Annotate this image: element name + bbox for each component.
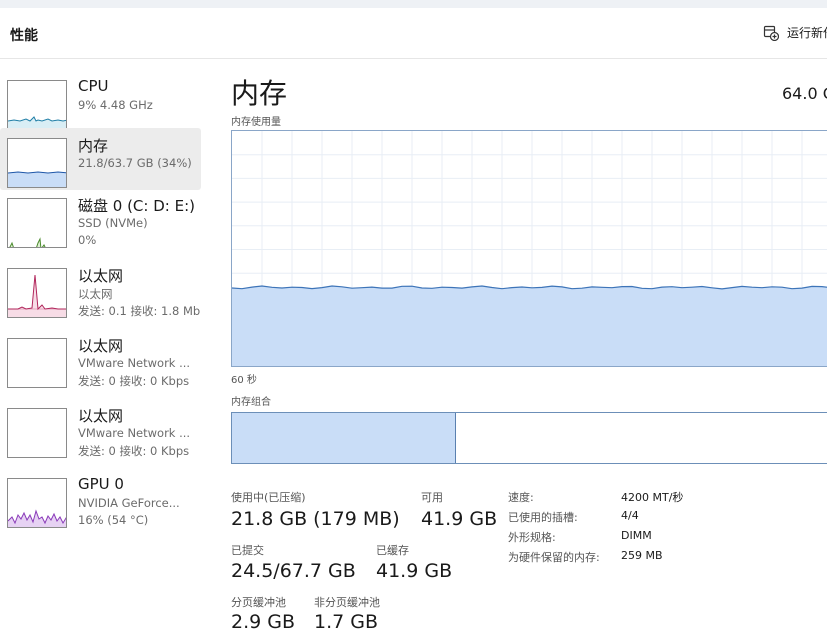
memory-composition-bar [231,412,827,464]
ethernet-graph-icon [7,408,67,458]
nonpaged-pool-label: 非分页缓冲池 [314,596,380,609]
ethernet-graph-icon [7,338,67,388]
memory-usage-area [232,286,827,366]
sidebar-item-detail-2: 发送: 0.1 接收: 1.8 Mb [78,304,201,318]
sidebar-item-name: CPU [78,77,109,95]
sidebar-item-gpu[interactable]: GPU 0 NVIDIA GeForce... 16% (54 °C) [0,468,201,530]
sidebar-item-cpu[interactable]: CPU 9% 4.48 GHz [0,70,201,132]
speed-value: 4200 MT/秒 [621,491,684,504]
sidebar-item-detail: 21.8/63.7 GB (34%) [78,156,192,170]
paged-pool-value: 2.9 GB [231,611,296,633]
cached-label: 已缓存 [376,544,409,557]
cached-value: 41.9 GB [376,560,453,582]
gpu-graph-icon [7,478,67,528]
run-new-task-button[interactable]: 运行新任务 [763,24,827,41]
sidebar-item-name: 内存 [78,137,109,155]
sidebar-item-detail-2: 发送: 0 接收: 0 Kbps [78,444,190,458]
sidebar-item-name: 以太网 [78,407,124,425]
time-axis-label: 60 秒 [231,375,257,386]
sidebar-item-name: 以太网 [78,267,124,285]
sidebar-item-name: 以太网 [78,337,124,355]
run-new-task-label: 运行新任务 [787,26,827,40]
ethernet-graph-icon [7,268,67,318]
new-task-icon [763,25,779,41]
committed-label: 已提交 [231,544,264,557]
available-label: 可用 [421,491,443,504]
memory-total: 64.0 GB [782,84,827,103]
nonpaged-pool-value: 1.7 GB [314,611,379,633]
in-use-value: 21.8 GB (179 MB) [231,508,400,530]
page-header: 性能 运行新任务 [0,8,827,59]
sidebar-item-memory[interactable]: 内存 21.8/63.7 GB (34%) [0,128,201,190]
page-title: 性能 [10,28,38,44]
hardware-reserved-value: 259 MB [621,549,663,562]
slots-used-value: 4/4 [621,509,639,522]
sidebar-item-ethernet-1[interactable]: 以太网 以太网 发送: 0.1 接收: 1.8 Mb [0,258,201,320]
available-value: 41.9 GB [421,508,498,530]
form-factor-value: DIMM [621,529,652,542]
main-title: 内存 [231,77,288,110]
composition-label: 内存组合 [231,397,271,408]
sidebar-item-detail: NVIDIA GeForce... [78,496,180,510]
slots-used-label: 已使用的插槽: [508,511,578,524]
disk-graph-icon [7,198,67,248]
speed-label: 速度: [508,491,534,504]
memory-usage-graph [231,130,827,367]
form-factor-label: 外形规格: [508,531,556,544]
committed-value: 24.5/67.7 GB [231,560,356,582]
sidebar-item-disk[interactable]: 磁盘 0 (C: D: E:) SSD (NVMe) 0% [0,188,201,250]
composition-in-use-segment [232,413,457,463]
title-bar-strip [0,0,827,8]
sidebar-item-detail-2: 0% [78,233,97,247]
hardware-reserved-label: 为硬件保留的内存: [508,551,600,564]
sidebar-item-detail: 以太网 [78,287,113,301]
sidebar-item-ethernet-3[interactable]: 以太网 VMware Network ... 发送: 0 接收: 0 Kbps [0,398,201,460]
sidebar-item-detail-2: 发送: 0 接收: 0 Kbps [78,374,190,388]
paged-pool-label: 分页缓冲池 [231,596,286,609]
sidebar-item-name: GPU 0 [78,475,124,493]
sidebar-item-detail: VMware Network ... [78,426,191,440]
sidebar-item-detail: VMware Network ... [78,356,191,370]
sidebar-item-detail: SSD (NVMe) [78,216,148,230]
sidebar-item-name: 磁盘 0 (C: D: E:) [78,197,195,215]
sidebar-item-detail: 9% 4.48 GHz [78,98,153,112]
sidebar-item-detail-2: 16% (54 °C) [78,513,149,527]
usage-graph-label: 内存使用量 [231,117,281,128]
in-use-label: 使用中(已压缩) [231,491,306,504]
memory-graph-icon [7,138,67,188]
sidebar-item-ethernet-2[interactable]: 以太网 VMware Network ... 发送: 0 接收: 0 Kbps [0,328,201,390]
cpu-graph-icon [7,80,67,130]
